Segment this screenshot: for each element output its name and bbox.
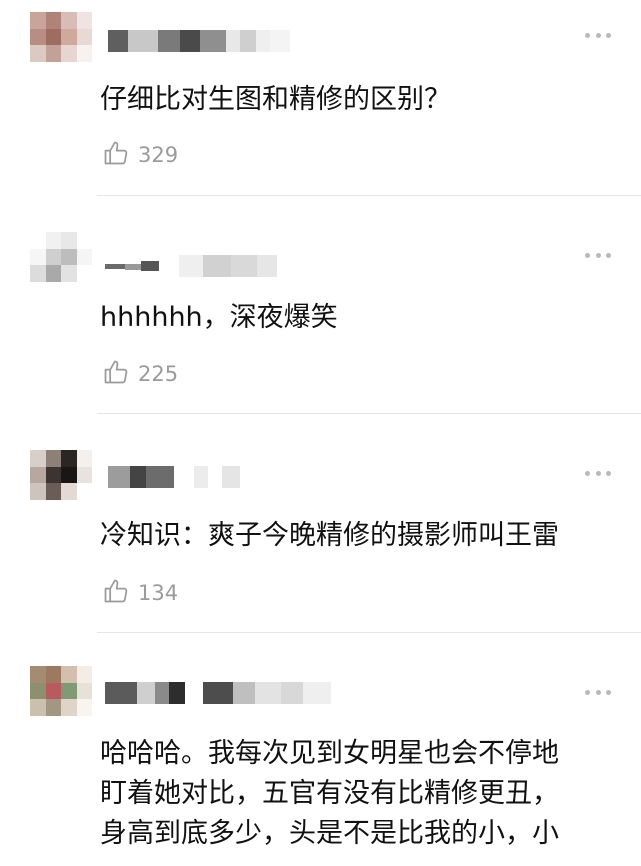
username[interactable] xyxy=(108,466,240,488)
thumbs-up-icon xyxy=(102,139,130,172)
divider xyxy=(97,195,641,196)
comment-text: 哈哈哈。我每次见到女明星也会不停地 盯着她对比，五官有没有比精修更丑， 身高到底… xyxy=(100,734,621,854)
comment-text: 冷知识：爽子今晚精修的摄影师叫王雷 xyxy=(100,520,559,551)
username[interactable] xyxy=(105,682,331,704)
avatar[interactable] xyxy=(30,666,92,716)
more-dots-icon[interactable] xyxy=(585,30,611,40)
comment-text-line: 盯着她对比，五官有没有比精修更丑， xyxy=(100,777,559,809)
avatar[interactable] xyxy=(30,232,92,282)
username[interactable] xyxy=(108,30,290,52)
more-dots-icon[interactable] xyxy=(585,468,611,478)
like-count: 134 xyxy=(138,581,179,605)
comment-text: hhhhhh，深夜爆笑 xyxy=(100,302,338,333)
comment-text-line: 哈哈哈。我每次见到女明星也会不停地 xyxy=(100,738,559,769)
username[interactable] xyxy=(105,255,277,277)
divider xyxy=(97,413,641,414)
avatar[interactable] xyxy=(30,12,92,62)
divider xyxy=(97,632,641,633)
like-count: 329 xyxy=(138,143,179,167)
avatar[interactable] xyxy=(30,450,92,500)
more-dots-icon[interactable] xyxy=(585,687,611,697)
like-button[interactable]: 225 xyxy=(102,359,178,389)
like-count: 225 xyxy=(138,362,179,386)
like-button[interactable]: 329 xyxy=(102,140,178,170)
thumbs-up-icon xyxy=(102,358,130,391)
more-dots-icon[interactable] xyxy=(585,250,611,260)
thumbs-up-icon xyxy=(102,577,130,610)
like-button[interactable]: 134 xyxy=(102,578,178,608)
comment-text: 仔细比对生图和精修的区别？ xyxy=(100,84,451,115)
comment-text-line: 身高到底多少，头是不是比我的小，小 xyxy=(100,817,559,849)
